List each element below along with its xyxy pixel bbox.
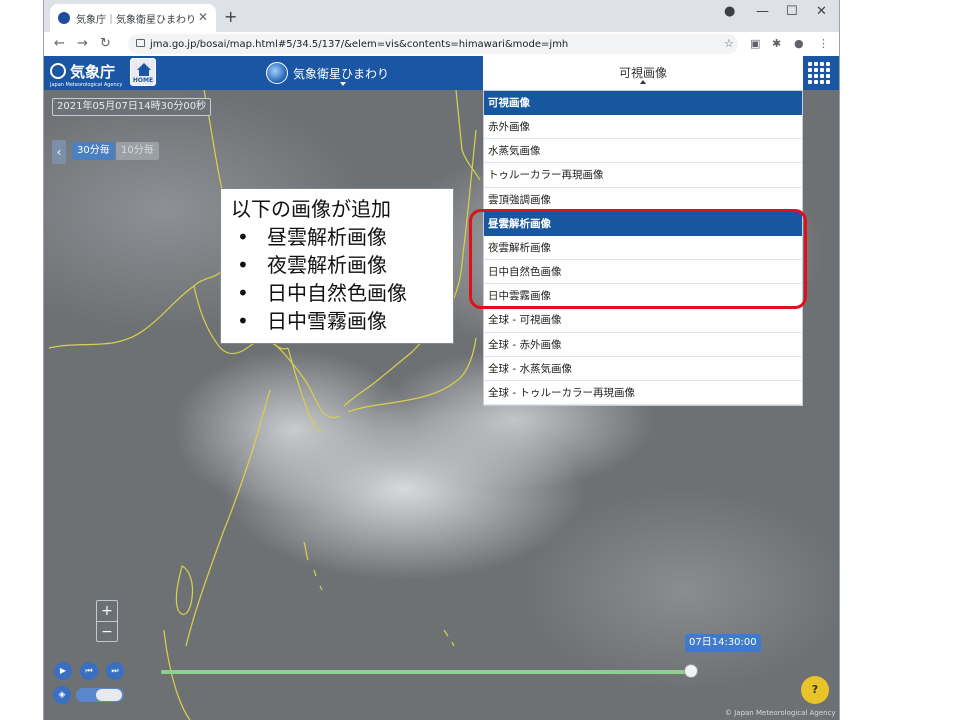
browser-toolbar: ← → ↻ jma.go.jp/bosai/map.html#5/34.5/13… xyxy=(44,32,839,57)
callout-item: • 昼雲解析画像 xyxy=(231,223,443,251)
bullet-icon: • xyxy=(237,225,249,249)
browser-window: 気象庁｜気象衛星ひまわり ✕ + ● — ☐ ✕ ← → ↻ jma.go.jp… xyxy=(43,0,840,720)
maximize-icon[interactable]: ☐ xyxy=(786,4,798,19)
browser-tab[interactable]: 気象庁｜気象衛星ひまわり ✕ xyxy=(50,4,216,32)
highlight-box xyxy=(469,209,807,309)
dropdown-item-global-true-color[interactable]: 全球 - トゥルーカラー再現画像 xyxy=(484,381,802,406)
current-time-label: 07日14:30:00 xyxy=(685,634,761,652)
skip-forward-icon[interactable]: ⏭ xyxy=(106,662,124,680)
satellite-label: 気象衛星ひまわり xyxy=(293,66,390,81)
new-tab-icon[interactable]: + xyxy=(224,7,237,26)
close-tab-icon[interactable]: ✕ xyxy=(198,10,208,24)
profile-icon[interactable]: ● xyxy=(794,37,804,50)
dropdown-item-visible[interactable]: 可視画像 xyxy=(484,91,802,115)
zoom-out-button[interactable]: − xyxy=(97,622,117,642)
globe-icon xyxy=(266,62,288,84)
timeline-knob[interactable] xyxy=(684,664,698,678)
chevron-down-icon xyxy=(340,82,346,86)
address-bar[interactable]: jma.go.jp/bosai/map.html#5/34.5/137/&ele… xyxy=(128,34,738,54)
dropdown-item-water-vapor[interactable]: 水蒸気画像 xyxy=(484,139,802,164)
timeline-slider[interactable] xyxy=(161,670,691,674)
grid-menu-icon[interactable] xyxy=(806,60,832,86)
bullet-icon: • xyxy=(237,281,249,305)
interval-30min-button[interactable]: 30分毎 xyxy=(72,142,115,160)
minimize-icon[interactable]: — xyxy=(756,4,769,19)
help-icon[interactable]: ? xyxy=(801,676,829,704)
collapse-panel-button[interactable]: ‹ xyxy=(52,140,66,164)
jma-emblem-icon xyxy=(50,63,66,79)
callout-item: • 日中雪霧画像 xyxy=(231,307,443,335)
logo-subtext: Japan Meteorological Agency xyxy=(50,82,123,88)
chevron-up-icon xyxy=(640,80,646,84)
extension-pdf-icon[interactable]: ▣ xyxy=(750,37,760,50)
interval-10min-button[interactable]: 10分毎 xyxy=(116,142,159,160)
logo-text: 気象庁 xyxy=(70,63,116,81)
lock-icon xyxy=(136,39,145,47)
callout-box: 以下の画像が追加 • 昼雲解析画像 • 夜雲解析画像 • 日中自然色画像 • 日中雪霧画… xyxy=(220,188,454,344)
url-text: jma.go.jp/bosai/map.html#5/34.5/137/&ele… xyxy=(150,38,569,50)
callout-item: • 日中自然色画像 xyxy=(231,279,443,307)
layer-icon[interactable]: ◈ xyxy=(53,686,71,704)
forward-icon[interactable]: → xyxy=(77,36,88,51)
jma-favicon-icon xyxy=(58,12,70,24)
reload-icon[interactable]: ↻ xyxy=(100,36,111,51)
home-label: HOME xyxy=(132,77,154,84)
bullet-icon: • xyxy=(237,309,249,333)
extension-icon[interactable]: ✱ xyxy=(772,37,781,50)
play-icon[interactable]: ▶ xyxy=(54,662,72,680)
image-type-selector[interactable]: 可視画像 xyxy=(483,56,803,90)
toggle-knob xyxy=(96,689,122,701)
star-icon[interactable]: ☆ xyxy=(724,37,734,50)
home-wall-icon xyxy=(139,70,149,76)
dropdown-item-true-color[interactable]: トゥルーカラー再現画像 xyxy=(484,163,802,188)
menu-icon[interactable]: ⋮ xyxy=(818,37,829,50)
callout-title: 以下の画像が追加 xyxy=(231,197,391,221)
home-button[interactable]: HOME xyxy=(130,58,156,86)
dropdown-item-global-visible[interactable]: 全球 - 可視画像 xyxy=(484,308,802,333)
app-header: 気象庁 Japan Meteorological Agency HOME 気象衛… xyxy=(44,56,839,90)
opacity-toggle[interactable] xyxy=(76,688,124,702)
account-circle-icon[interactable]: ● xyxy=(724,4,735,19)
dropdown-item-global-infrared[interactable]: 全球 - 赤外画像 xyxy=(484,333,802,357)
callout-item: • 夜雲解析画像 xyxy=(231,251,443,279)
image-type-label: 可視画像 xyxy=(618,66,667,80)
zoom-control: + − xyxy=(96,600,118,642)
tab-bar: 気象庁｜気象衛星ひまわり ✕ + ● — ☐ ✕ xyxy=(44,0,839,32)
observation-datetime: 2021年05月07日14時30分00秒 xyxy=(52,98,212,116)
close-window-icon[interactable]: ✕ xyxy=(816,4,827,19)
tab-title: 気象庁｜気象衛星ひまわり xyxy=(76,14,196,26)
skip-back-icon[interactable]: ⏮ xyxy=(80,662,98,680)
bullet-icon: • xyxy=(237,253,249,277)
home-roof-icon xyxy=(137,63,151,70)
zoom-in-button[interactable]: + xyxy=(97,601,117,622)
dropdown-item-global-water-vapor[interactable]: 全球 - 水蒸気画像 xyxy=(484,357,802,381)
back-icon[interactable]: ← xyxy=(54,36,65,51)
copyright-text: © Japan Meteorological Agency xyxy=(725,709,836,717)
dropdown-item-infrared[interactable]: 赤外画像 xyxy=(484,115,802,140)
satellite-selector[interactable]: 気象衛星ひまわり xyxy=(266,62,390,86)
